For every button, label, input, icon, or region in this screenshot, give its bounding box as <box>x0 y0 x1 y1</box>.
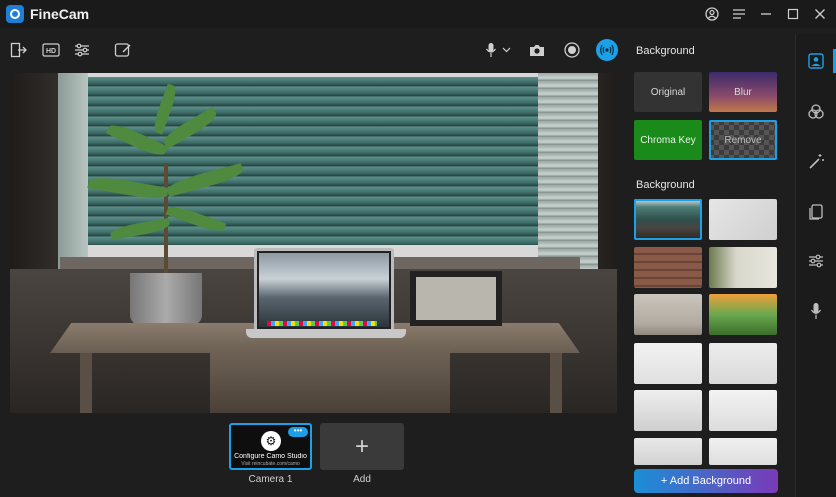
menu-icon[interactable] <box>728 4 749 24</box>
finecam-logo-icon <box>6 5 24 23</box>
mode-original-label: Original <box>650 86 686 98</box>
close-icon[interactable] <box>809 4 830 24</box>
mode-remove-label: Remove <box>724 134 762 146</box>
camera-label: Camera 1 <box>248 474 293 485</box>
background-thumbnail-shelf-room[interactable] <box>634 390 702 431</box>
mode-blur[interactable]: Blur <box>709 72 777 112</box>
camera-card[interactable]: ⚙ Configure Camo Studio Visit reincubate… <box>229 423 312 470</box>
right-rail <box>795 34 836 497</box>
layers-icon[interactable] <box>804 200 828 224</box>
adjust-sliders-icon[interactable] <box>71 40 93 60</box>
mode-blur-label: Blur <box>734 86 752 98</box>
plant-pot-image <box>130 273 202 325</box>
hd-icon[interactable]: HD <box>40 40 62 60</box>
picture-frame-image <box>410 271 502 326</box>
background-thumbnail-office[interactable] <box>709 438 777 465</box>
magic-wand-icon[interactable] <box>804 150 828 174</box>
background-thumbnail-plant-corner[interactable] <box>709 390 777 431</box>
add-background-button[interactable]: + Add Background <box>634 469 778 493</box>
background-thumbnail-brick[interactable] <box>634 247 702 288</box>
more-options-icon[interactable]: ••• <box>288 427 308 437</box>
background-thumbnail-plant-wall[interactable] <box>709 247 777 288</box>
account-icon[interactable] <box>701 4 722 24</box>
snapshot-camera-icon[interactable] <box>526 40 548 60</box>
live-broadcast-icon[interactable] <box>596 39 618 61</box>
background-thumbnail-desk-room[interactable] <box>634 438 702 465</box>
mode-remove[interactable]: Remove <box>709 120 777 160</box>
mode-section-title: Background <box>636 45 695 57</box>
background-thumbnail-game-world[interactable] <box>709 294 777 335</box>
exit-icon[interactable] <box>8 40 30 60</box>
background-thumbnail-white-room[interactable] <box>634 343 702 384</box>
effects-icon[interactable] <box>804 100 828 124</box>
camera-thumb-subtitle: Visit reincubate.com/camo <box>241 461 300 467</box>
mode-chroma-key-label: Chroma Key <box>640 134 696 146</box>
gallery-section-title: Background <box>636 179 695 191</box>
portrait-icon[interactable] <box>804 49 828 73</box>
background-thumbnail-lamp-room[interactable] <box>709 343 777 384</box>
record-icon[interactable] <box>561 40 583 60</box>
gear-icon: ⚙ <box>261 431 281 451</box>
background-panel: Background Original Blur Chroma Key Remo… <box>625 34 790 497</box>
maximize-icon[interactable] <box>782 4 803 24</box>
title-bar: FineCam <box>0 0 836 28</box>
annotate-icon[interactable] <box>112 40 134 60</box>
laptop-image <box>254 248 394 332</box>
mode-original[interactable]: Original <box>634 72 702 112</box>
background-thumbnail-room[interactable] <box>634 199 702 240</box>
toolbar: HD <box>0 34 625 66</box>
background-thumbnail-white-wall[interactable] <box>709 199 777 240</box>
add-camera-button[interactable]: + <box>320 423 404 470</box>
chair-image <box>210 350 450 413</box>
add-camera-label: Add <box>353 474 371 485</box>
app-title: FineCam <box>30 6 90 22</box>
minimize-icon[interactable] <box>755 4 776 24</box>
microphone-icon[interactable] <box>804 299 828 323</box>
background-thumbnail-living-room[interactable] <box>634 294 702 335</box>
sliders-icon[interactable] <box>804 249 828 273</box>
chevron-down-icon[interactable] <box>499 40 513 60</box>
plus-icon: + <box>354 432 369 460</box>
mode-chroma-key[interactable]: Chroma Key <box>634 120 702 160</box>
svg-text:HD: HD <box>46 48 56 55</box>
camera-thumb-title: Configure Camo Studio <box>234 453 307 460</box>
add-background-label: + Add Background <box>660 475 752 487</box>
camera-preview <box>10 73 617 413</box>
